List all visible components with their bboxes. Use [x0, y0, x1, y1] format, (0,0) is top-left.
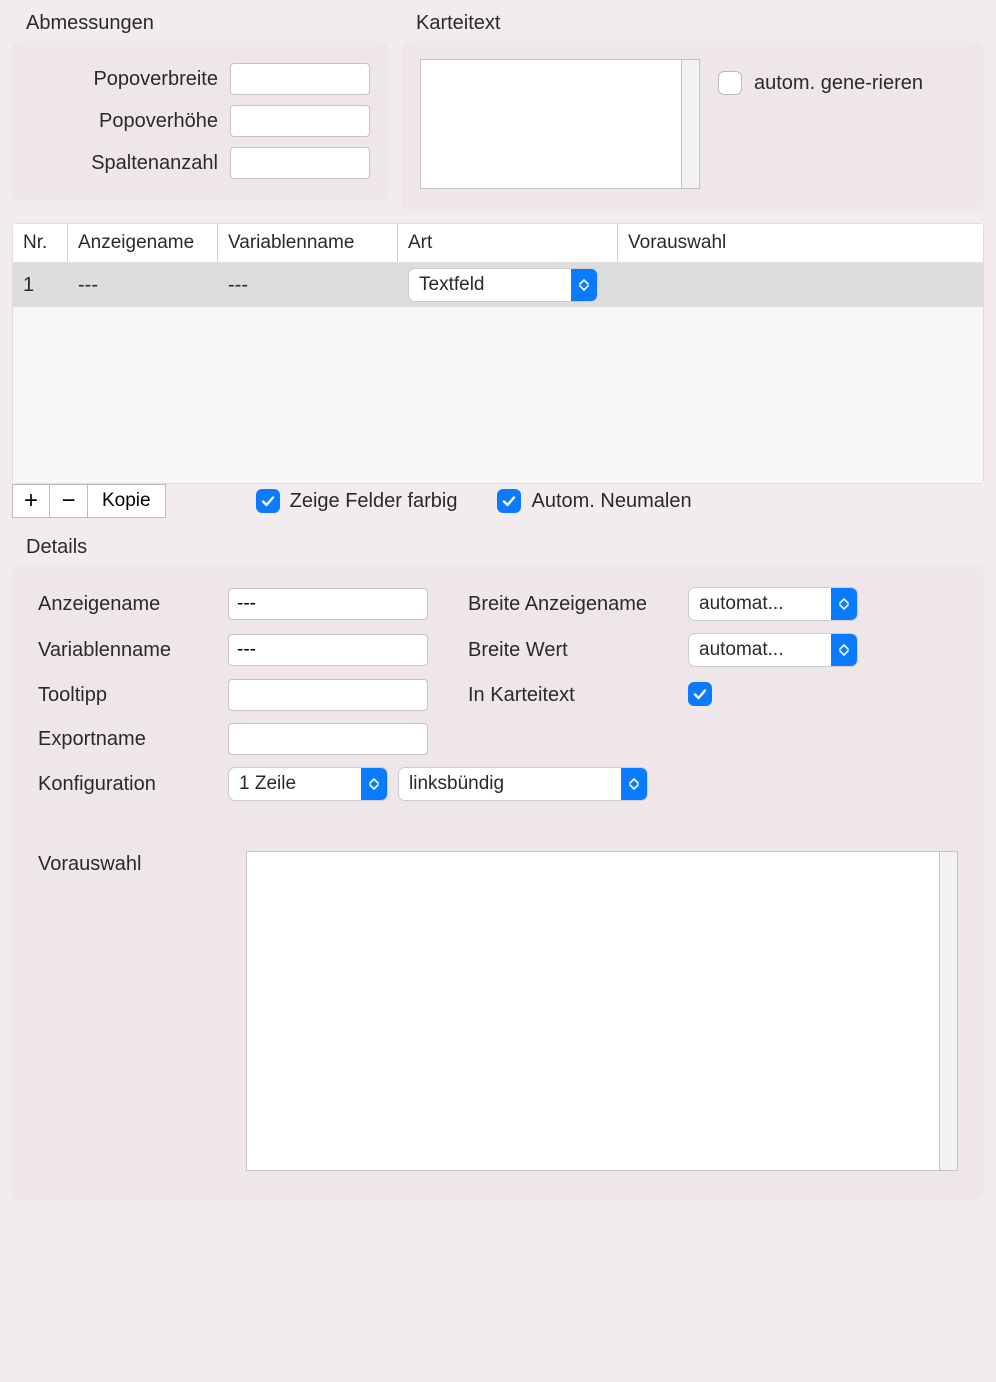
exportname-input[interactable]	[228, 723, 428, 755]
anzeigename-label: Anzeigename	[38, 593, 228, 616]
variablenname-label: Variablenname	[38, 639, 228, 662]
vorauswahl-box	[246, 851, 958, 1171]
cell-art: Textfeld	[398, 264, 618, 306]
breite-anzeigename-label: Breite Anzeigename	[468, 593, 688, 616]
autom-neumalen-label: Autom. Neumalen	[531, 490, 691, 513]
breite-wert-select[interactable]: automat...	[688, 633, 858, 667]
autom-neumalen-checkbox[interactable]	[497, 489, 521, 513]
cell-nr: 1	[13, 270, 68, 301]
konfig-align-select[interactable]: linksbündig	[398, 767, 648, 801]
kopie-button[interactable]: Kopie	[88, 484, 166, 518]
in-karteitext-label: In Karteitext	[468, 684, 688, 707]
breite-wert-label: Breite Wert	[468, 639, 688, 662]
scrollbar[interactable]	[939, 852, 957, 1170]
cell-variablenname: ---	[218, 270, 398, 301]
art-select[interactable]: Textfeld	[408, 268, 598, 302]
autogen-checkbox[interactable]	[718, 71, 742, 95]
chevron-up-down-icon	[831, 588, 857, 620]
breite-anzeigename-select[interactable]: automat...	[688, 587, 858, 621]
remove-button[interactable]: −	[50, 484, 88, 518]
table-row[interactable]: 1 --- --- Textfeld	[13, 263, 983, 307]
col-anzeigename[interactable]: Anzeigename	[68, 224, 218, 262]
karteitext-textarea[interactable]	[421, 60, 681, 188]
table-header: Nr. Anzeigename Variablenname Art Voraus…	[13, 224, 983, 263]
scrollbar[interactable]	[681, 60, 699, 188]
add-button[interactable]: +	[12, 484, 50, 518]
exportname-label: Exportname	[38, 728, 228, 751]
zeige-felder-farbig-checkbox[interactable]	[256, 489, 280, 513]
karteitext-title: Karteitext	[416, 12, 984, 35]
vorauswahl-textarea[interactable]	[247, 852, 939, 1170]
cell-vorauswahl	[618, 281, 983, 289]
popoverhoehe-input[interactable]	[230, 105, 370, 137]
konfiguration-label: Konfiguration	[38, 773, 228, 796]
chevron-up-down-icon	[831, 634, 857, 666]
fields-table: Nr. Anzeigename Variablenname Art Voraus…	[12, 223, 984, 484]
cell-anzeigename: ---	[68, 270, 218, 301]
details-title: Details	[26, 536, 984, 559]
spaltenanzahl-label: Spaltenanzahl	[30, 152, 230, 175]
col-art[interactable]: Art	[398, 224, 618, 262]
karteitext-textarea-wrap	[420, 59, 700, 189]
autogen-label: autom. gene-rieren	[754, 71, 923, 96]
vorauswahl-label: Vorauswahl	[38, 851, 228, 1171]
chevron-up-down-icon	[571, 269, 597, 301]
anzeigename-input[interactable]	[228, 588, 428, 620]
chevron-up-down-icon	[621, 768, 647, 800]
tooltipp-label: Tooltipp	[38, 684, 228, 707]
karteitext-group: autom. gene-rieren	[402, 41, 984, 211]
tooltipp-input[interactable]	[228, 679, 428, 711]
table-toolbar: + − Kopie Zeige Felder farbig Autom. Neu…	[12, 484, 984, 518]
popoverbreite-input[interactable]	[230, 63, 370, 95]
col-vorauswahl[interactable]: Vorauswahl	[618, 224, 983, 262]
abmessungen-title: Abmessungen	[26, 12, 388, 35]
variablenname-input[interactable]	[228, 634, 428, 666]
spaltenanzahl-input[interactable]	[230, 147, 370, 179]
popoverbreite-label: Popoverbreite	[30, 68, 230, 91]
chevron-up-down-icon	[361, 768, 387, 800]
col-variablenname[interactable]: Variablenname	[218, 224, 398, 262]
in-karteitext-checkbox[interactable]	[688, 682, 712, 706]
konfig-lines-select[interactable]: 1 Zeile	[228, 767, 388, 801]
col-nr[interactable]: Nr.	[13, 224, 68, 262]
abmessungen-group: Popoverbreite Popoverhöhe Spaltenanzahl	[12, 41, 388, 201]
zeige-felder-farbig-label: Zeige Felder farbig	[290, 490, 458, 513]
details-group: Anzeigename Breite Anzeigename automat..…	[12, 565, 984, 1201]
popoverhoehe-label: Popoverhöhe	[30, 110, 230, 133]
